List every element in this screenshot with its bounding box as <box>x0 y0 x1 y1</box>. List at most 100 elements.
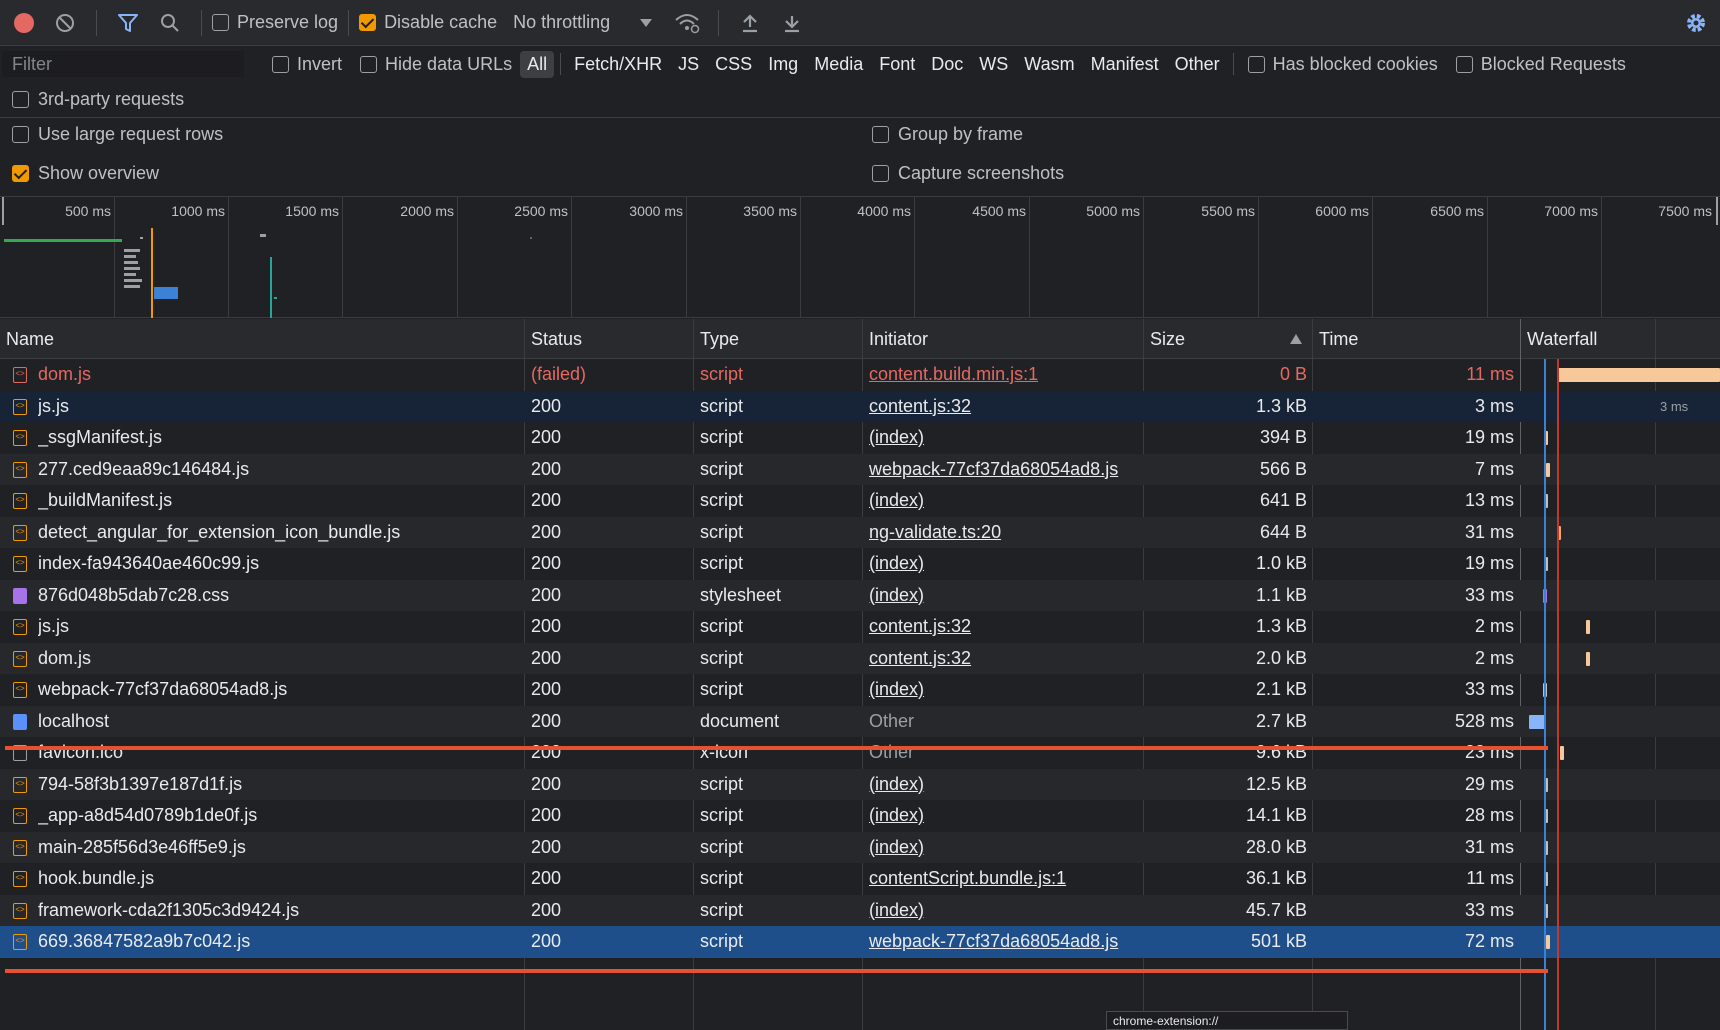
type-filter-ws[interactable]: WS <box>972 51 1015 78</box>
request-time: 11 ms <box>1466 364 1514 384</box>
third-party-checkbox[interactable] <box>12 90 29 108</box>
record-button[interactable] <box>14 12 34 33</box>
request-initiator[interactable]: (index) <box>869 580 1134 612</box>
type-filter-doc[interactable]: Doc <box>924 51 970 78</box>
table-row[interactable]: <> webpack-77cf37da68054ad8.js 200 script (i… <box>0 674 1720 706</box>
has-blocked-cookies-toggle[interactable]: Has blocked cookies <box>1247 54 1438 75</box>
request-initiator[interactable]: (index) <box>869 674 1134 706</box>
table-row[interactable]: 876d048b5dab7c28.css 200 stylesheet (index)… <box>0 579 1720 612</box>
column-header-size[interactable]: Size <box>1144 319 1185 359</box>
table-row[interactable]: <> dom.js (failed) script content.build.min.… <box>0 359 1720 391</box>
table-row[interactable]: localhost 200 document Other 2.7 kB 528 ms <box>0 705 1720 737</box>
script-file-icon: <> <box>13 430 27 446</box>
group-by-frame-checkbox[interactable] <box>872 126 889 143</box>
request-initiator[interactable]: content.js:32 <box>869 611 1134 643</box>
import-har-icon[interactable] <box>737 10 763 36</box>
chevron-down-icon <box>640 18 653 27</box>
table-row[interactable]: <> js.js 200 script content.js:32 1.3 kB 2 ms <box>0 611 1720 643</box>
gear-icon[interactable] <box>1684 11 1708 40</box>
table-row[interactable]: <> _app-a8d54d0789b1de0f.js 200 script (inde… <box>0 800 1720 832</box>
capture-screenshots-checkbox[interactable] <box>872 165 889 182</box>
large-rows-checkbox[interactable] <box>12 126 29 143</box>
request-initiator[interactable]: ng-validate.ts:20 <box>869 517 1134 549</box>
third-party-toggle[interactable]: 3rd-party requests <box>12 86 184 112</box>
request-initiator[interactable]: content.build.min.js:1 <box>869 359 1134 391</box>
table-row[interactable]: <> 277.ced9eaa89c146484.js 200 script webpac… <box>0 453 1720 486</box>
table-row[interactable]: <> framework-cda2f1305c3d9424.js 200 script… <box>0 894 1720 927</box>
column-header-time[interactable]: Time <box>1313 319 1358 359</box>
network-conditions-icon[interactable] <box>674 10 700 36</box>
type-filter-fetch-xhr[interactable]: Fetch/XHR <box>567 51 669 78</box>
request-status: 200 <box>531 616 562 636</box>
has-blocked-cookies-checkbox[interactable] <box>1247 55 1265 73</box>
column-header-waterfall[interactable]: Waterfall <box>1521 319 1597 359</box>
request-initiator[interactable]: (index) <box>869 422 1134 454</box>
request-type: script <box>700 553 744 573</box>
export-har-icon[interactable] <box>779 10 805 36</box>
timeline-overview[interactable]: 500 ms 1000 ms 1500 ms 2000 ms 2500 ms 3… <box>0 197 1720 318</box>
preserve-log-toggle[interactable]: Preserve log <box>212 0 338 46</box>
request-status: 200 <box>531 742 562 762</box>
hide-data-urls-checkbox[interactable] <box>360 55 378 73</box>
hide-data-urls-toggle[interactable]: Hide data URLs <box>360 54 512 75</box>
request-initiator[interactable]: webpack-77cf37da68054ad8.js <box>869 926 1134 958</box>
request-type: script <box>700 773 744 794</box>
type-filter-css[interactable]: CSS <box>708 51 759 78</box>
table-row[interactable]: <> index-fa943640ae460c99.js 200 script (ind… <box>0 548 1720 580</box>
preserve-log-checkbox[interactable] <box>212 14 229 31</box>
type-filter-font[interactable]: Font <box>872 51 922 78</box>
type-filter-img[interactable]: Img <box>761 51 805 78</box>
type-filter-other[interactable]: Other <box>1168 51 1227 78</box>
clear-icon[interactable] <box>52 10 78 36</box>
table-row[interactable]: <> _ssgManifest.js 200 script (index) 394 B 19… <box>0 422 1720 454</box>
request-initiator[interactable]: (index) <box>869 485 1134 517</box>
table-row[interactable]: <> 794-58f3b1397e187d1f.js 200 script (index… <box>0 768 1720 801</box>
request-initiator[interactable]: webpack-77cf37da68054ad8.js <box>869 454 1134 486</box>
preserve-log-label: Preserve log <box>237 12 339 32</box>
search-icon[interactable] <box>157 10 183 36</box>
capture-screenshots-label: Capture screenshots <box>898 163 1065 183</box>
disable-cache-checkbox[interactable] <box>359 14 377 31</box>
type-filter-media[interactable]: Media <box>807 51 870 78</box>
table-row[interactable]: <> main-285f56d3e46ff5e9.js 200 script (inde… <box>0 831 1720 864</box>
large-rows-toggle[interactable]: Use large request rows <box>12 124 223 145</box>
group-by-frame-toggle[interactable]: Group by frame <box>872 124 1023 145</box>
filter-icon[interactable] <box>115 10 141 36</box>
column-header-status[interactable]: Status <box>525 319 582 359</box>
type-filter-wasm[interactable]: Wasm <box>1017 51 1081 78</box>
request-time: 29 ms <box>1464 773 1514 794</box>
blocked-requests-checkbox[interactable] <box>1455 55 1473 73</box>
show-overview-checkbox[interactable] <box>12 165 29 182</box>
show-overview-toggle[interactable]: Show overview <box>12 163 159 184</box>
blocked-requests-toggle[interactable]: Blocked Requests <box>1455 54 1626 75</box>
request-initiator[interactable]: (index) <box>869 769 1134 801</box>
type-filter-manifest[interactable]: Manifest <box>1084 51 1166 78</box>
request-initiator[interactable]: (index) <box>869 800 1134 832</box>
type-filter-js[interactable]: JS <box>671 51 706 78</box>
column-header-initiator[interactable]: Initiator <box>863 319 928 359</box>
table-row[interactable]: <> detect_angular_for_extension_icon_bund… <box>0 516 1720 549</box>
table-row[interactable]: <> dom.js 200 script content.js:32 2.0 kB 2 ms <box>0 642 1720 675</box>
column-header-type[interactable]: Type <box>694 319 739 359</box>
invert-checkbox[interactable] <box>272 55 289 73</box>
request-initiator[interactable]: (index) <box>869 832 1134 864</box>
request-initiator[interactable]: (index) <box>869 548 1134 580</box>
invert-toggle[interactable]: Invert <box>272 54 342 75</box>
disable-cache-toggle[interactable]: Disable cache <box>359 0 497 46</box>
request-initiator[interactable]: content.js:32 <box>869 643 1134 675</box>
column-header-name[interactable]: Name <box>0 319 54 359</box>
table-row[interactable]: <> 669.36847582a9b7c042.js 200 script webpac… <box>0 926 1720 958</box>
table-row[interactable]: <> _buildManifest.js 200 script (index) 641 B… <box>0 485 1720 517</box>
request-initiator[interactable]: (index) <box>869 895 1134 927</box>
request-initiator[interactable]: contentScript.bundle.js:1 <box>869 863 1134 895</box>
table-row[interactable]: <> js.js 200 script content.js:32 1.3 kB 3 ms 3… <box>0 390 1720 423</box>
request-initiator[interactable]: content.js:32 <box>869 391 1134 423</box>
throttling-select[interactable]: No throttling <box>513 12 653 33</box>
request-time: 7 ms <box>1474 458 1514 479</box>
type-filter-all[interactable]: All <box>520 50 555 78</box>
capture-screenshots-toggle[interactable]: Capture screenshots <box>872 163 1064 184</box>
table-row[interactable]: favicon.ico 200 x-icon Other 9.6 kB 23 ms <box>0 737 1720 769</box>
filter-input[interactable]: Filter <box>2 51 244 77</box>
request-size: 644 B <box>1259 521 1307 542</box>
table-row[interactable]: <> hook.bundle.js 200 script contentScript.b… <box>0 863 1720 895</box>
